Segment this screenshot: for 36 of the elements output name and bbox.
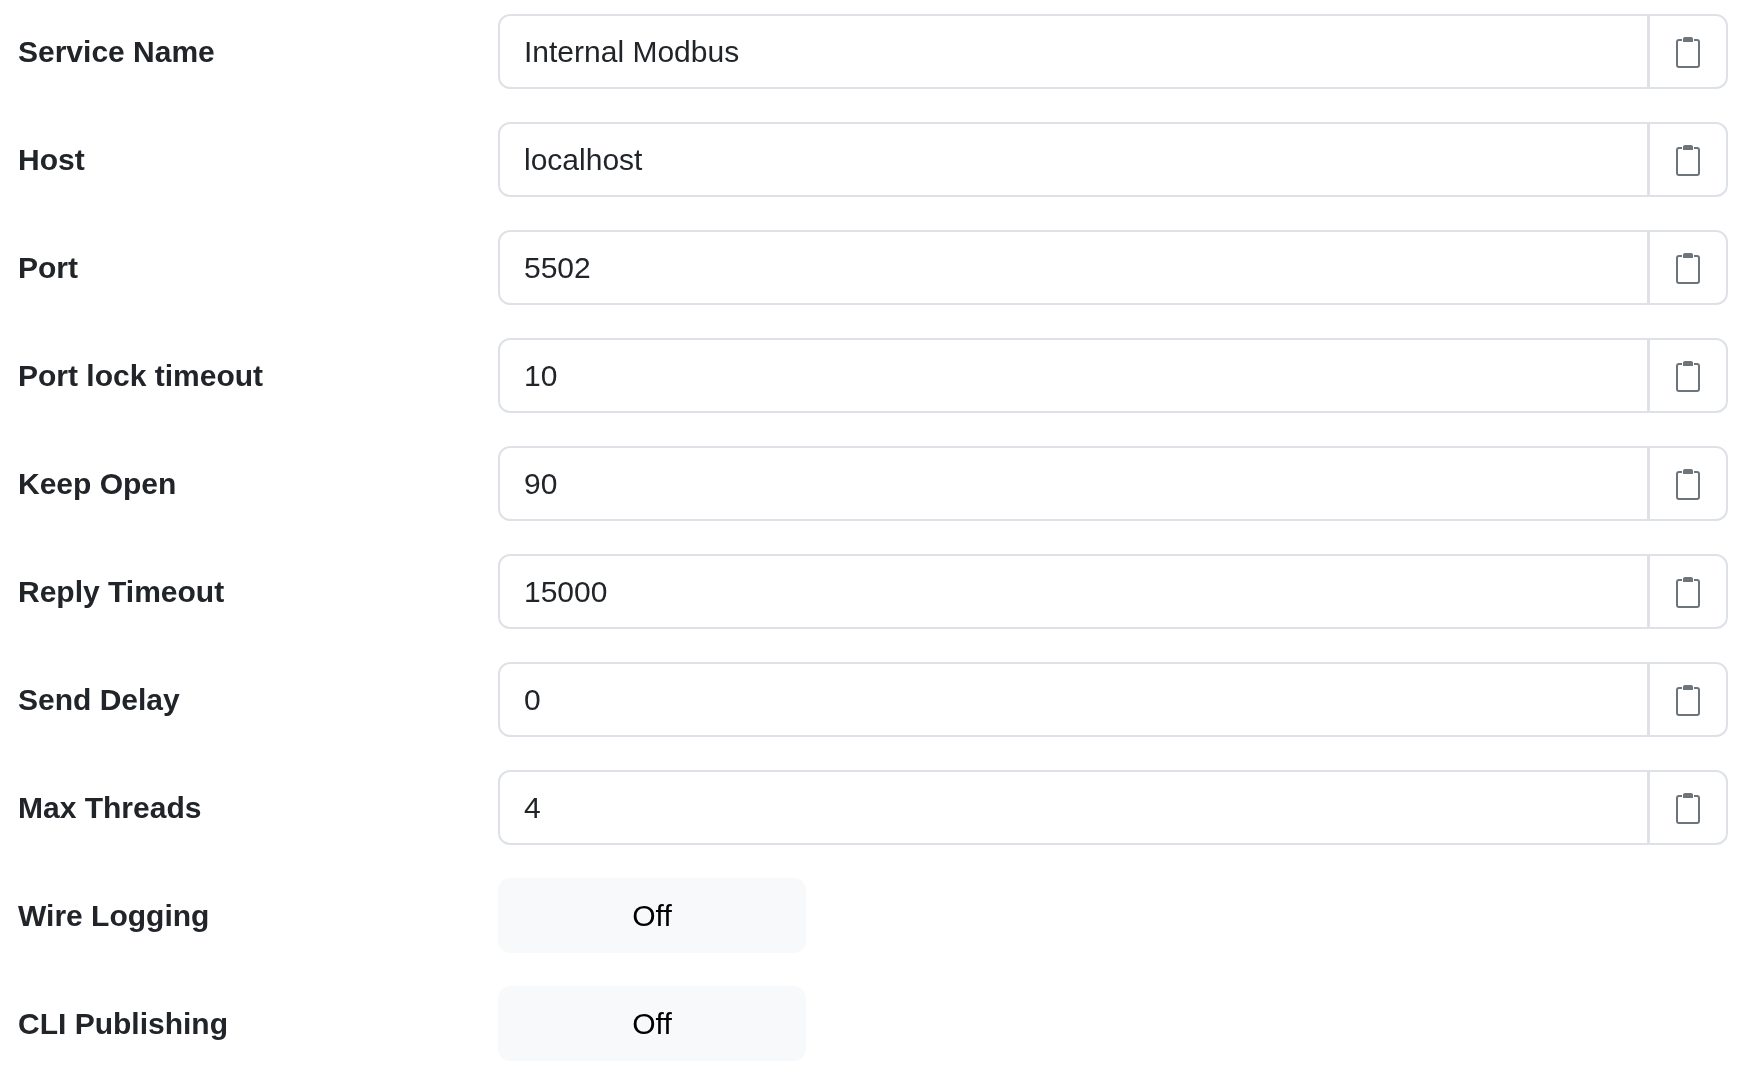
clipboard-icon <box>1676 683 1700 716</box>
field-label: CLI Publishing <box>18 1006 229 1042</box>
field-label: Port lock timeout <box>18 358 265 394</box>
input-field[interactable]: 4 <box>498 770 1649 845</box>
copy-button[interactable] <box>1648 662 1728 737</box>
clipboard-icon <box>1676 35 1700 68</box>
field-label: Host <box>18 142 86 178</box>
input-field[interactable]: 90 <box>498 446 1649 521</box>
clipboard-icon <box>1676 791 1700 824</box>
copy-button[interactable] <box>1648 446 1728 521</box>
field-label: Port <box>18 250 79 286</box>
field-label: Service Name <box>18 34 216 70</box>
copy-button[interactable] <box>1648 122 1728 197</box>
input-field[interactable]: 0 <box>498 662 1649 737</box>
input-field[interactable]: 5502 <box>498 230 1649 305</box>
field-label: Send Delay <box>18 682 181 718</box>
clipboard-icon <box>1676 143 1700 176</box>
field-label: Max Threads <box>18 790 203 826</box>
input-field[interactable]: localhost <box>498 122 1649 197</box>
field-label: Reply Timeout <box>18 574 226 610</box>
clipboard-icon <box>1676 359 1700 392</box>
clipboard-icon <box>1676 251 1700 284</box>
copy-button[interactable] <box>1648 338 1728 413</box>
field-label: Wire Logging <box>18 898 211 934</box>
input-field[interactable]: 15000 <box>498 554 1649 629</box>
input-field[interactable]: Internal Modbus <box>498 14 1649 89</box>
copy-button[interactable] <box>1648 230 1728 305</box>
toggle-button[interactable]: Off <box>498 986 806 1061</box>
clipboard-icon <box>1676 467 1700 500</box>
field-label: Keep Open <box>18 466 178 502</box>
copy-button[interactable] <box>1648 770 1728 845</box>
clipboard-icon <box>1676 575 1700 608</box>
copy-button[interactable] <box>1648 14 1728 89</box>
toggle-button[interactable]: Off <box>498 878 806 953</box>
copy-button[interactable] <box>1648 554 1728 629</box>
input-field[interactable]: 10 <box>498 338 1649 413</box>
